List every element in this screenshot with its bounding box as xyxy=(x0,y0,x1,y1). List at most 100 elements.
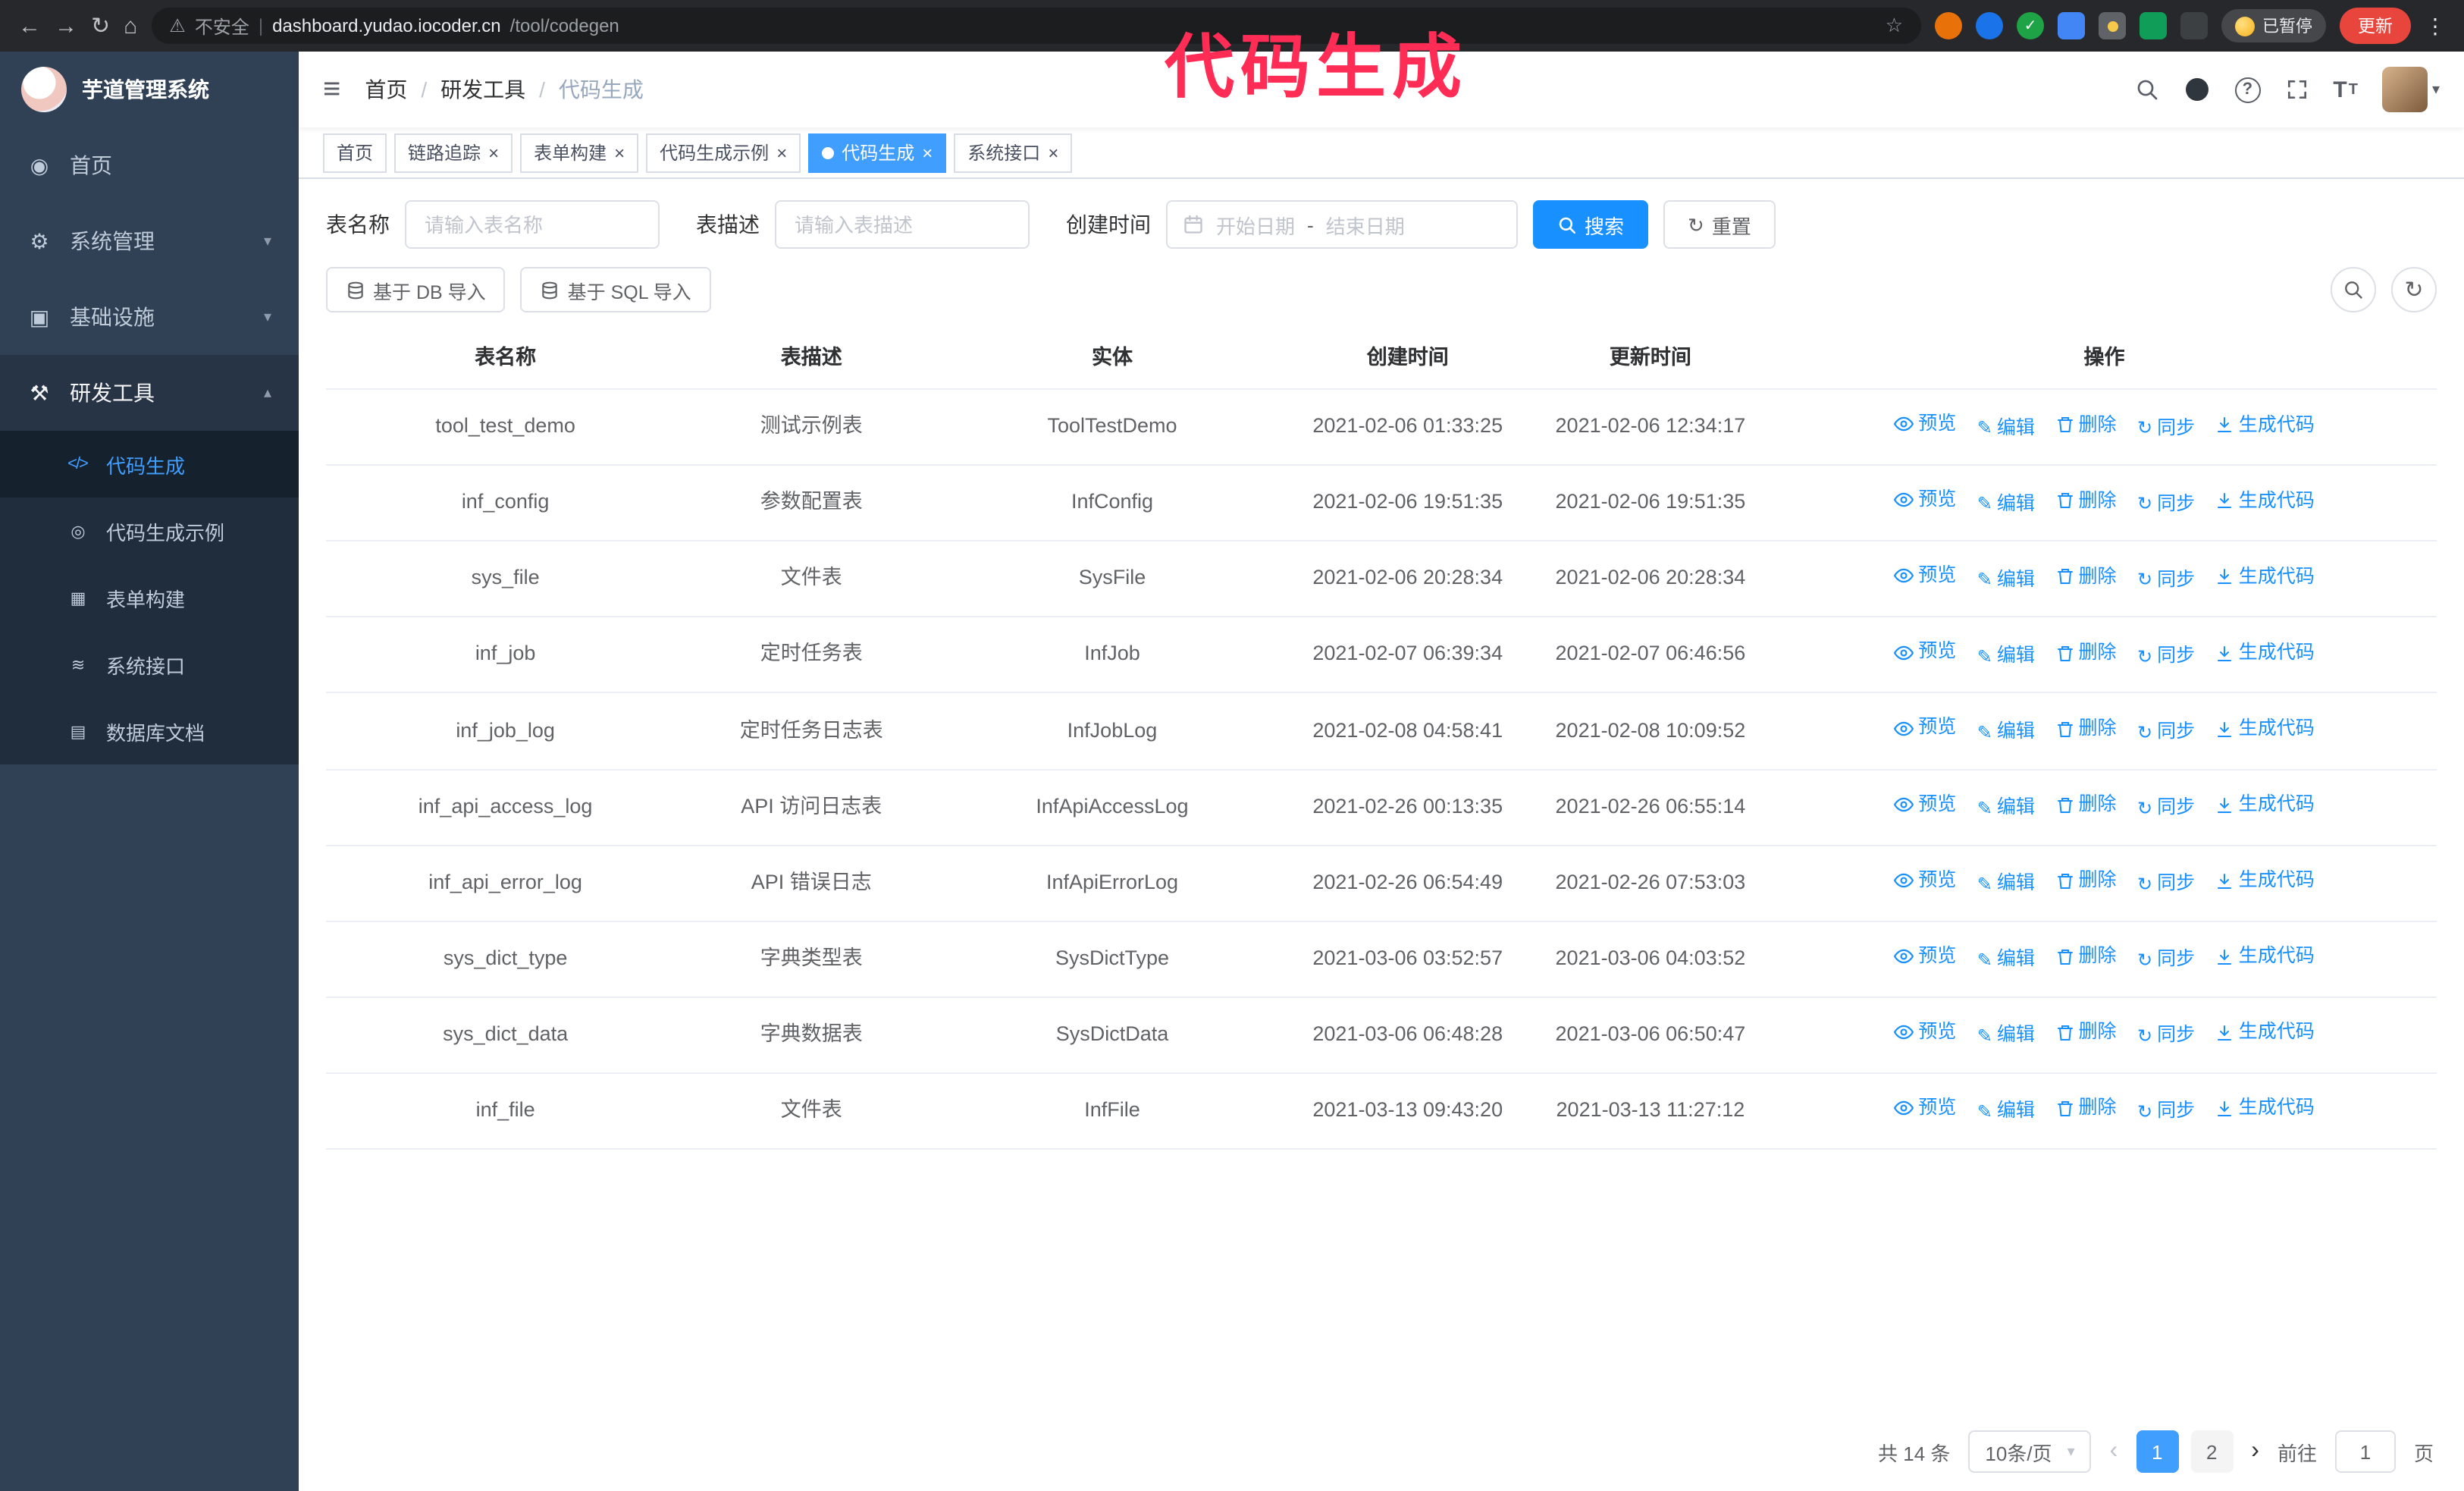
forward-icon[interactable]: → xyxy=(55,14,77,37)
extension-icon-6[interactable] xyxy=(2140,12,2167,39)
sidebar-item-form-builder[interactable]: ▦ 表单构建 xyxy=(0,564,299,631)
close-icon[interactable]: × xyxy=(776,143,787,162)
generate-code-link[interactable]: 生成代码 xyxy=(2216,790,2315,820)
prev-page-button[interactable]: ‹ xyxy=(2110,1438,2118,1465)
paused-extension-badge[interactable]: 已暂停 xyxy=(2221,9,2326,42)
edit-link[interactable]: ✎ 编辑 xyxy=(1977,642,2035,671)
edit-link[interactable]: ✎ 编辑 xyxy=(1977,793,2035,823)
sync-link[interactable]: ↻ 同步 xyxy=(2137,642,2195,671)
font-size-icon[interactable] xyxy=(2333,77,2358,102)
fullscreen-icon[interactable] xyxy=(2284,77,2309,102)
toggle-search-button[interactable] xyxy=(2331,267,2376,312)
table-row[interactable]: inf_file 文件表 InfFile 2021-03-13 09:43:20… xyxy=(326,1072,2437,1150)
table-row[interactable]: inf_config 参数配置表 InfConfig 2021-02-06 19… xyxy=(326,465,2437,542)
tab-form-builder[interactable]: 表单构建 × xyxy=(520,133,639,172)
user-avatar[interactable]: ▾ xyxy=(2381,67,2440,112)
preview-link[interactable]: 预览 xyxy=(1894,942,1956,972)
extension-icon-4[interactable] xyxy=(2058,12,2085,39)
preview-link[interactable]: 预览 xyxy=(1894,638,1956,667)
delete-link[interactable]: 删除 xyxy=(2055,410,2117,440)
preview-link[interactable]: 预览 xyxy=(1894,485,1956,515)
sidebar-item-codegen[interactable]: </> 代码生成 xyxy=(0,431,299,498)
date-range-picker[interactable]: 开始日期 - 结束日期 xyxy=(1166,200,1518,249)
sidebar-item-infra[interactable]: ▣ 基础设施 ▾ xyxy=(0,279,299,355)
preview-link[interactable]: 预览 xyxy=(1894,410,1956,439)
edit-link[interactable]: ✎ 编辑 xyxy=(1977,1022,2035,1051)
sync-link[interactable]: ↻ 同步 xyxy=(2137,413,2195,443)
table-row[interactable]: inf_api_access_log API 访问日志表 InfApiAcces… xyxy=(326,769,2437,846)
preview-link[interactable]: 预览 xyxy=(1894,561,1956,591)
help-icon[interactable]: ? xyxy=(2234,77,2261,102)
sidebar-item-devtools[interactable]: ⚒ 研发工具 ▴ xyxy=(0,355,299,431)
sidebar-item-codegen-demo[interactable]: ◎ 代码生成示例 xyxy=(0,498,299,564)
goto-page-input[interactable] xyxy=(2334,1430,2396,1473)
reload-icon[interactable]: ↻ xyxy=(91,14,110,37)
search-icon[interactable] xyxy=(2134,77,2158,102)
delete-link[interactable]: 删除 xyxy=(2055,562,2117,592)
page-size-select[interactable]: 10条/页 ▾ xyxy=(1968,1430,2092,1473)
sync-link[interactable]: ↻ 同步 xyxy=(2137,1097,2195,1127)
tab-home[interactable]: 首页 xyxy=(323,133,387,172)
generate-code-link[interactable]: 生成代码 xyxy=(2216,1019,2315,1048)
import-db-button[interactable]: 基于 DB 导入 xyxy=(326,267,506,312)
close-icon[interactable]: × xyxy=(1048,143,1058,162)
sidebar-item-home[interactable]: ◉ 首页 xyxy=(0,127,299,203)
close-icon[interactable]: × xyxy=(488,143,499,162)
delete-link[interactable]: 删除 xyxy=(2055,1094,2117,1124)
sidebar-item-system[interactable]: ⚙ 系统管理 ▾ xyxy=(0,203,299,279)
breadcrumb-devtools[interactable]: 研发工具 xyxy=(440,74,525,105)
preview-link[interactable]: 预览 xyxy=(1894,1094,1956,1123)
page-button-1[interactable]: 1 xyxy=(2136,1430,2179,1473)
import-sql-button[interactable]: 基于 SQL 导入 xyxy=(520,267,711,312)
generate-code-link[interactable]: 生成代码 xyxy=(2216,714,2315,744)
close-icon[interactable]: × xyxy=(614,143,625,162)
next-page-button[interactable]: › xyxy=(2251,1438,2259,1465)
extension-icon-5[interactable] xyxy=(2099,12,2126,39)
generate-code-link[interactable]: 生成代码 xyxy=(2216,866,2315,896)
table-desc-input[interactable] xyxy=(775,200,1030,249)
github-icon[interactable] xyxy=(2183,76,2210,103)
delete-link[interactable]: 删除 xyxy=(2055,866,2117,896)
sync-link[interactable]: ↻ 同步 xyxy=(2137,489,2195,519)
tab-api[interactable]: 系统接口 × xyxy=(954,133,1073,172)
delete-link[interactable]: 删除 xyxy=(2055,714,2117,744)
home-icon[interactable]: ⌂ xyxy=(124,14,137,37)
chrome-menu-icon[interactable]: ⋮ xyxy=(2425,13,2446,39)
table-name-input[interactable] xyxy=(405,200,660,249)
sync-link[interactable]: ↻ 同步 xyxy=(2137,717,2195,747)
address-bar[interactable]: ⚠ 不安全 | dashboard.yudao.iocoder.cn/tool/… xyxy=(151,8,1921,44)
preview-link[interactable]: 预览 xyxy=(1894,789,1956,819)
delete-link[interactable]: 删除 xyxy=(2055,1019,2117,1048)
tab-trace[interactable]: 链路追踪 × xyxy=(394,133,513,172)
close-icon[interactable]: × xyxy=(922,143,933,162)
preview-link[interactable]: 预览 xyxy=(1894,1018,1956,1047)
edit-link[interactable]: ✎ 编辑 xyxy=(1977,869,2035,899)
sidebar-item-api[interactable]: ≋ 系统接口 xyxy=(0,631,299,698)
preview-link[interactable]: 预览 xyxy=(1894,714,1956,743)
table-row[interactable]: tool_test_demo 测试示例表 ToolTestDemo 2021-0… xyxy=(326,389,2437,466)
table-row[interactable]: sys_dict_type 字典类型表 SysDictType 2021-03-… xyxy=(326,921,2437,998)
hamburger-icon[interactable]: ≡ xyxy=(323,72,340,107)
tab-codegen-demo[interactable]: 代码生成示例 × xyxy=(646,133,801,172)
generate-code-link[interactable]: 生成代码 xyxy=(2216,943,2315,972)
sync-link[interactable]: ↻ 同步 xyxy=(2137,793,2195,823)
sync-link[interactable]: ↻ 同步 xyxy=(2137,1022,2195,1051)
chrome-update-button[interactable]: 更新 xyxy=(2340,8,2411,44)
edit-link[interactable]: ✎ 编辑 xyxy=(1977,489,2035,519)
extension-icon-2[interactable] xyxy=(1976,12,2003,39)
refresh-table-button[interactable]: ↻ xyxy=(2391,267,2437,312)
sidebar-item-db-doc[interactable]: ▤ 数据库文档 xyxy=(0,698,299,764)
breadcrumb-home[interactable]: 首页 xyxy=(365,74,407,105)
table-row[interactable]: sys_file 文件表 SysFile 2021-02-06 20:28:34… xyxy=(326,541,2437,618)
generate-code-link[interactable]: 生成代码 xyxy=(2216,410,2315,440)
sync-link[interactable]: ↻ 同步 xyxy=(2137,869,2195,899)
edit-link[interactable]: ✎ 编辑 xyxy=(1977,565,2035,595)
delete-link[interactable]: 删除 xyxy=(2055,639,2117,668)
preview-link[interactable]: 预览 xyxy=(1894,865,1956,895)
edit-link[interactable]: ✎ 编辑 xyxy=(1977,946,2035,975)
generate-code-link[interactable]: 生成代码 xyxy=(2216,562,2315,592)
table-row[interactable]: inf_job 定时任务表 InfJob 2021-02-07 06:39:34… xyxy=(326,617,2437,694)
extension-icon-3[interactable] xyxy=(2017,12,2044,39)
reset-button[interactable]: ↻ 重置 xyxy=(1663,200,1776,249)
tab-codegen[interactable]: 代码生成 × xyxy=(808,133,947,172)
